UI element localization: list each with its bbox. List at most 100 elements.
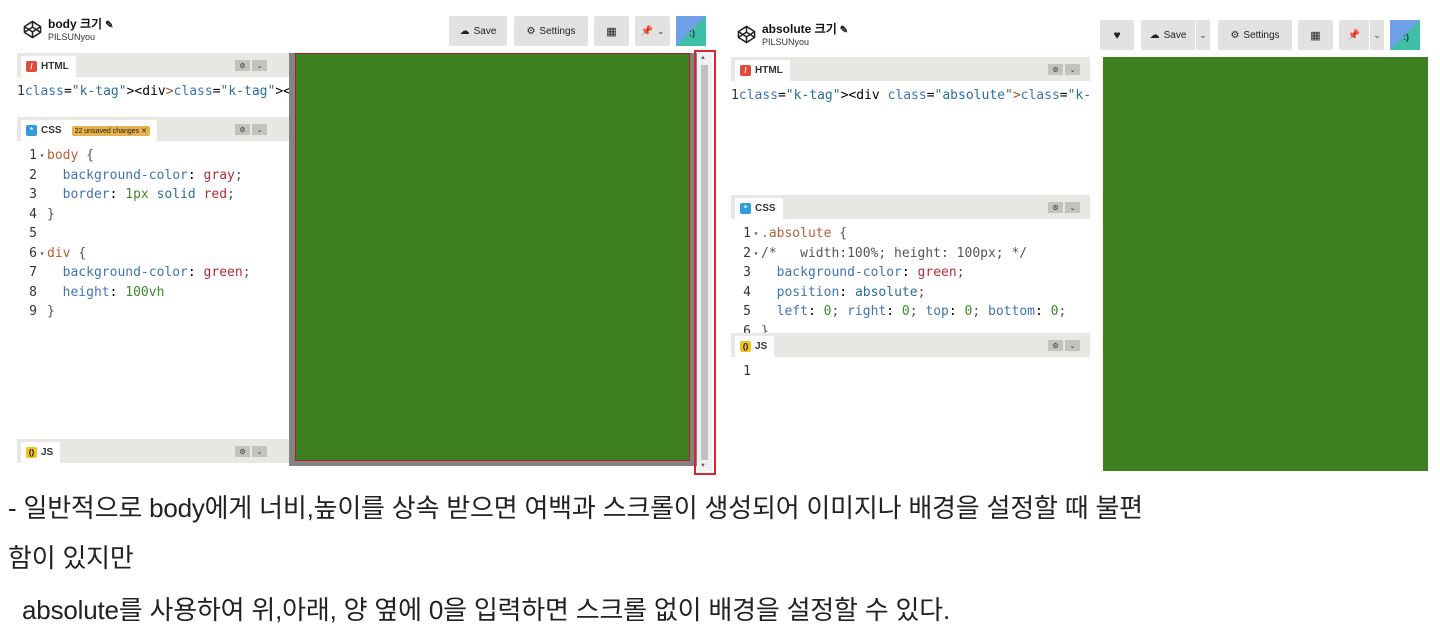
pencil-icon[interactable]: ✎ [105, 20, 113, 31]
chevron-down-icon[interactable]: ⌄ [252, 446, 267, 457]
code-line[interactable]: 2 background-color: gray; [17, 166, 289, 186]
settings-label: Settings [1243, 29, 1280, 41]
code-line[interactable]: 1 class="k-tag"><div class="absolute">cla… [731, 86, 1090, 106]
change-view-button[interactable]: ▦ [1298, 20, 1333, 50]
fold-arrow-icon[interactable]: ▾ [751, 244, 761, 264]
save-dropdown-button[interactable]: ⌄ [1195, 20, 1210, 50]
settings-button[interactable]: ⚙ Settings [1218, 20, 1292, 50]
code-text: position: absolute; [776, 284, 926, 300]
line-number: 5 [743, 304, 751, 319]
pin-button[interactable]: 📌 ⌄ [635, 16, 670, 46]
tab-html[interactable]: / HTML [735, 60, 790, 81]
code-line[interactable]: 9} [17, 302, 289, 322]
code-text: height: 100vh [62, 284, 165, 300]
project-title[interactable]: body 크기 ✎ [48, 15, 113, 32]
code-line[interactable]: 1 ▾ .absolute { [731, 224, 1090, 244]
settings-button[interactable]: ⚙ Settings [514, 16, 588, 46]
pin-dropdown-button[interactable]: ⌄ [1369, 20, 1384, 50]
tab-js[interactable]: () JS [21, 442, 61, 463]
save-label: Save [1163, 29, 1187, 41]
code-line[interactable]: 1 ▾ body { [17, 146, 289, 166]
code-text: } [761, 323, 769, 334]
user-avatar[interactable]: :) [1390, 20, 1420, 50]
fold-arrow-icon[interactable]: ▾ [751, 224, 761, 244]
code-line[interactable]: 6} [731, 322, 1090, 334]
author-name[interactable]: PILSUNyou [762, 37, 809, 47]
js-code-area[interactable]: 1 [731, 357, 1090, 471]
tab-js[interactable]: () JS [735, 336, 775, 357]
pencil-icon[interactable]: ✎ [840, 25, 848, 36]
save-button[interactable]: ☁ Save [1141, 20, 1195, 50]
user-avatar[interactable]: :) [676, 16, 706, 46]
code-line[interactable]: 5 left: 0; right: 0; top: 0; bottom: 0; [731, 302, 1090, 322]
code-text: background-color: green; [62, 265, 251, 280]
tab-css[interactable]: * CSS 22 unsaved changes ✕ [21, 120, 157, 141]
line-number: 1 [731, 88, 739, 103]
js-panel-controls: ⚙ ⌄ [235, 446, 267, 457]
css-panel-controls: ⚙ ⌄ [235, 124, 267, 135]
code-line[interactable]: 7 background-color: green; [17, 263, 289, 283]
codepen-logo-icon[interactable] [737, 25, 756, 44]
code-line[interactable]: 4} [17, 205, 289, 225]
fold-gutter [751, 322, 761, 334]
line-number: 6 [743, 323, 751, 334]
tab-html-label: HTML [41, 61, 69, 72]
html-panel: / HTML ⚙ ⌄ 1 class="k-tag"><div class="abs… [731, 57, 1090, 195]
project-title[interactable]: absolute 크기 ✎ [762, 20, 848, 37]
fold-arrow-icon[interactable]: ▾ [37, 146, 47, 166]
css-icon: * [740, 203, 751, 214]
css-code-area[interactable]: 1 ▾ body {2 background-color: gray; 3 borde… [17, 141, 289, 439]
gear-icon[interactable]: ⚙ [1048, 340, 1063, 351]
codepen-logo-icon[interactable] [23, 20, 42, 39]
code-line[interactable]: 4 position: absolute; [731, 283, 1090, 303]
chevron-down-icon[interactable]: ⌄ [1065, 64, 1080, 75]
line-number: 5 [29, 226, 37, 241]
code-line[interactable]: 5 [17, 224, 289, 244]
chevron-down-icon: ⌄ [1199, 29, 1207, 40]
chevron-down-icon[interactable]: ⌄ [252, 124, 267, 135]
js-panel: () JS ⚙ ⌄ 1 [731, 333, 1090, 471]
unsaved-changes-badge[interactable]: 22 unsaved changes ✕ [71, 125, 150, 136]
line-number: 9 [29, 304, 37, 319]
right-preview-absolute-div[interactable] [1103, 57, 1428, 471]
css-panel: * CSS ⚙ ⌄ 1 ▾ .absolute {2 ▾/* width:100%; h… [731, 195, 1090, 333]
code-text: background-color: green; [776, 265, 965, 280]
code-line[interactable]: 2 ▾/* width:100%; height: 100px; */ [731, 244, 1090, 264]
fold-gutter [751, 362, 761, 382]
gear-icon[interactable]: ⚙ [235, 124, 250, 135]
save-button[interactable]: ☁ Save [449, 16, 507, 46]
gear-icon[interactable]: ⚙ [1048, 202, 1063, 213]
code-text: /* width:100%; height: 100px; */ [761, 245, 1028, 261]
html-code-area[interactable]: 1 class="k-tag"><div class="absolute">cla… [731, 81, 1090, 195]
pin-button[interactable]: 📌 [1339, 20, 1369, 50]
gear-icon[interactable]: ⚙ [235, 446, 250, 457]
fold-gutter [37, 205, 47, 225]
tab-css[interactable]: * CSS [735, 198, 783, 219]
gear-icon[interactable]: ⚙ [235, 60, 250, 71]
author-name[interactable]: PILSUNyou [48, 32, 95, 42]
gear-icon[interactable]: ⚙ [1048, 64, 1063, 75]
code-line[interactable]: 3 border: 1px solid red; [17, 185, 289, 205]
line-number: 7 [29, 265, 37, 280]
code-line[interactable]: 8 height: 100vh [17, 283, 289, 303]
code-line[interactable]: 3 background-color: green; [731, 263, 1090, 283]
change-view-button[interactable]: ▦ [594, 16, 629, 46]
css-code-area[interactable]: 1 ▾ .absolute {2 ▾/* width:100%; height: 10… [731, 219, 1090, 333]
code-line[interactable]: 1 [731, 362, 1090, 382]
js-code-area[interactable] [17, 463, 289, 471]
line-number: 4 [29, 206, 37, 222]
html-code-area[interactable]: 1class="k-tag"><div>class="k-tag"></div> [17, 77, 289, 117]
code-text: class="k-tag"><div class="absolute">clas… [738, 88, 1090, 103]
code-line[interactable]: 6 ▾ div { [17, 244, 289, 264]
tab-html[interactable]: / HTML [21, 56, 76, 77]
love-button[interactable]: ♥ [1100, 20, 1134, 50]
fold-arrow-icon[interactable]: ▾ [37, 244, 47, 264]
fold-gutter [37, 283, 47, 303]
chevron-down-icon[interactable]: ⌄ [1065, 202, 1080, 213]
code-line[interactable]: 1class="k-tag"><div>class="k-tag"></div> [17, 82, 289, 102]
chevron-down-icon[interactable]: ⌄ [1065, 340, 1080, 351]
pin-icon: 📌 [640, 25, 654, 37]
left-preview-body[interactable] [289, 53, 697, 466]
line-number: 1 [17, 84, 25, 99]
chevron-down-icon[interactable]: ⌄ [252, 60, 267, 71]
